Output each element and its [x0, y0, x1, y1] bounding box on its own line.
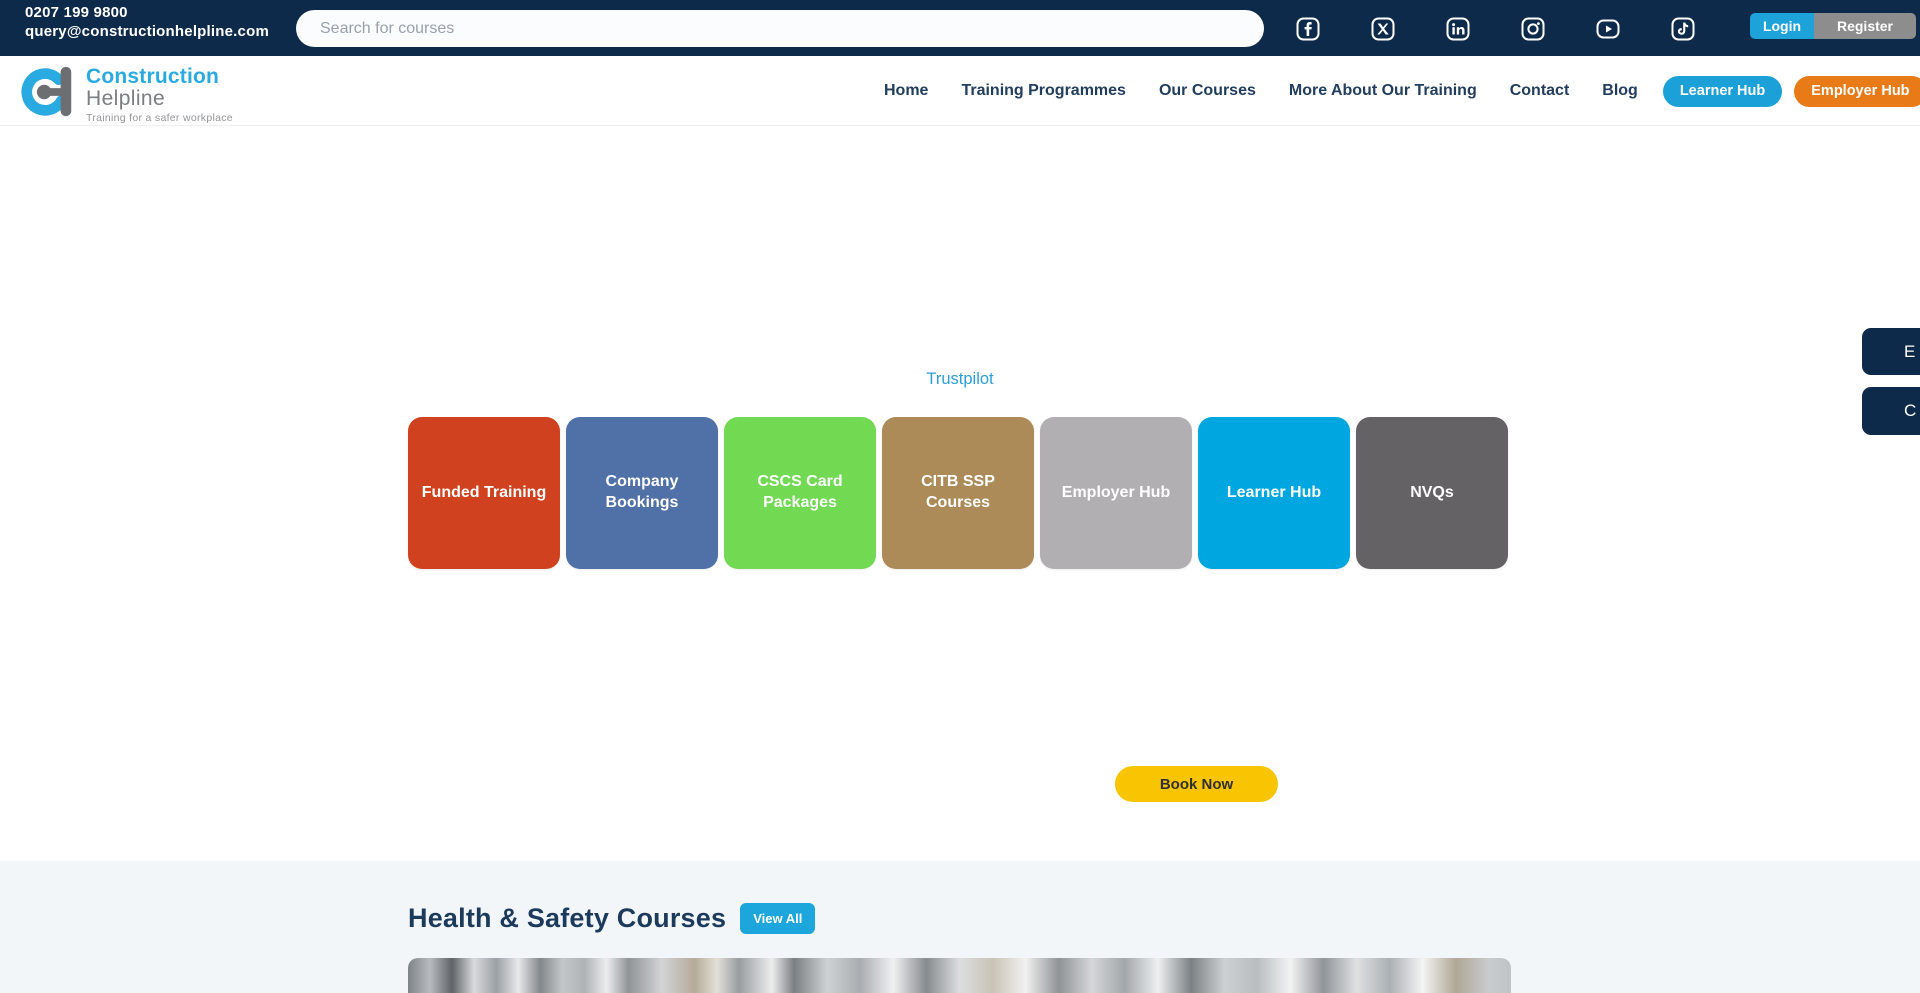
nav-link-contact[interactable]: Contact [1510, 82, 1570, 100]
course-card-image[interactable] [408, 958, 1511, 993]
nav-link-blog[interactable]: Blog [1602, 82, 1638, 100]
top-bar: 0207 199 9800 query@constructionhelpline… [0, 0, 1920, 56]
nav-menu: Home Training Programmes Our Courses Mor… [884, 56, 1920, 126]
trustpilot-widget: Trustpilot [0, 370, 1920, 389]
tile-funded-training[interactable]: Funded Training [408, 417, 560, 569]
instagram-icon[interactable] [1521, 17, 1545, 41]
trustpilot-link[interactable]: Trustpilot [926, 370, 993, 388]
tiktok-icon[interactable] [1671, 17, 1695, 41]
facebook-icon[interactable] [1296, 17, 1320, 41]
side-enquire-button[interactable]: E [1862, 328, 1920, 375]
tile-cscs-card-packages[interactable]: CSCS Card Packages [724, 417, 876, 569]
nav-link-home[interactable]: Home [884, 82, 928, 100]
nav-link-our-courses[interactable]: Our Courses [1159, 82, 1256, 100]
linkedin-icon[interactable] [1446, 17, 1470, 41]
category-tiles: Funded Training Company Bookings CSCS Ca… [408, 417, 1508, 569]
view-all-button[interactable]: View All [740, 903, 815, 934]
auth-buttons: Login Register [1750, 13, 1916, 39]
logo-tagline: Training for a safer workplace [86, 111, 233, 125]
logo-line2: Helpline [86, 88, 233, 109]
learner-hub-button[interactable]: Learner Hub [1663, 76, 1782, 107]
youtube-icon[interactable] [1596, 17, 1620, 41]
side-callback-button[interactable]: C [1862, 387, 1920, 435]
page-canvas: 0207 199 9800 query@constructionhelpline… [0, 0, 1920, 993]
nav-link-training-programmes[interactable]: Training Programmes [961, 82, 1126, 100]
logo-line1: Construction [86, 66, 233, 88]
nav-link-more-about-our-training[interactable]: More About Our Training [1289, 82, 1477, 100]
phone-number: 0207 199 9800 [25, 4, 269, 22]
site-logo[interactable]: Construction Helpline Training for a saf… [20, 63, 233, 125]
tile-nvqs[interactable]: NVQs [1356, 417, 1508, 569]
health-safety-courses-section: Health & Safety Courses View All [0, 861, 1920, 993]
employer-hub-button[interactable]: Employer Hub [1794, 76, 1920, 107]
logo-mark-icon [20, 63, 78, 119]
login-button[interactable]: Login [1750, 13, 1814, 39]
tile-employer-hub[interactable]: Employer Hub [1040, 417, 1192, 569]
book-now-button[interactable]: Book Now [1115, 766, 1278, 802]
email-address: query@constructionhelpline.com [25, 22, 269, 42]
x-icon[interactable] [1371, 17, 1395, 41]
tile-company-bookings[interactable]: Company Bookings [566, 417, 718, 569]
search-input[interactable] [296, 10, 1264, 47]
section-title: Health & Safety Courses [408, 903, 726, 934]
main-navbar: Construction Helpline Training for a saf… [0, 56, 1920, 126]
social-links [1296, 17, 1695, 41]
contact-info: 0207 199 9800 query@constructionhelpline… [25, 4, 269, 42]
section-header: Health & Safety Courses View All [408, 903, 815, 934]
tile-learner-hub[interactable]: Learner Hub [1198, 417, 1350, 569]
logo-text: Construction Helpline Training for a saf… [86, 63, 233, 125]
register-button[interactable]: Register [1814, 13, 1916, 39]
tile-citb-ssp-courses[interactable]: CITB SSP Courses [882, 417, 1034, 569]
